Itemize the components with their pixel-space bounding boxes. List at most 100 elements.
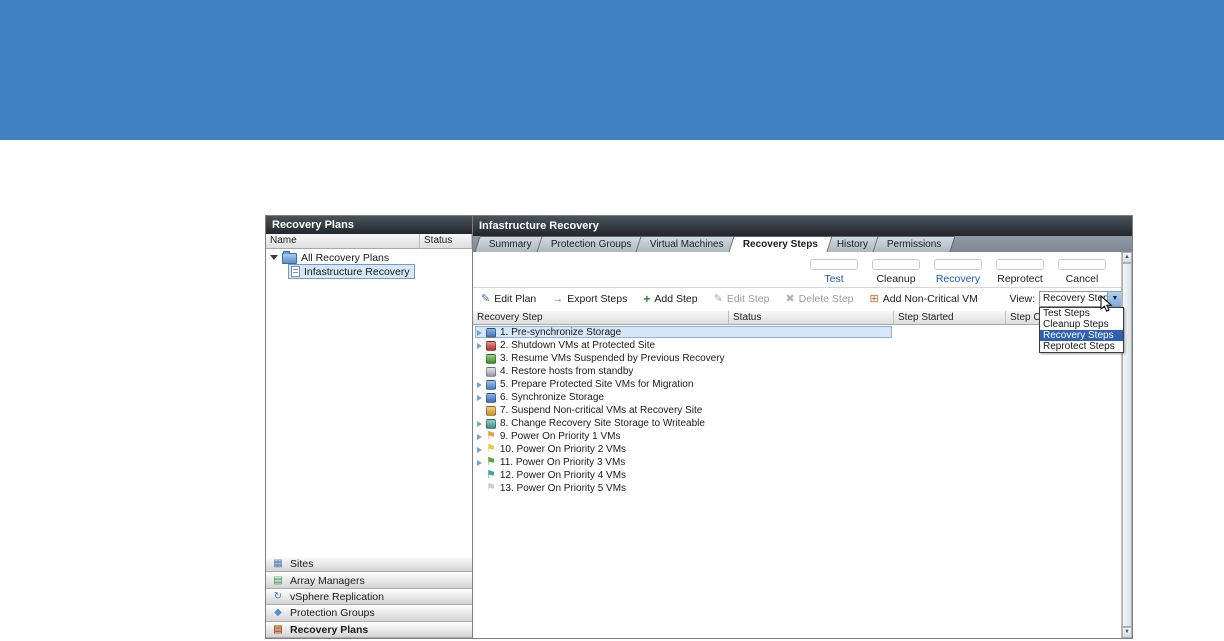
sidebar-item-label: vSphere Replication bbox=[290, 591, 384, 603]
tab-protection-groups[interactable]: Protection Groups bbox=[536, 236, 646, 252]
sidebar-item-protection-groups[interactable]: ◆Protection Groups bbox=[266, 605, 472, 621]
view-select[interactable]: Recovery Steps ▼ bbox=[1039, 291, 1123, 307]
expand-arrow-icon[interactable] bbox=[477, 382, 482, 388]
test-button[interactable]: Test bbox=[805, 259, 863, 285]
table-row[interactable]: ⚑10. Power On Priority 2 VMs bbox=[473, 443, 1121, 456]
expand-arrow-icon[interactable] bbox=[477, 330, 482, 336]
export-steps-button[interactable]: →Export Steps bbox=[552, 293, 627, 305]
top-banner bbox=[0, 0, 1224, 140]
expand-arrow-icon[interactable] bbox=[477, 460, 482, 466]
step-label: 6. Synchronize Storage bbox=[500, 392, 604, 403]
edit-plan-button[interactable]: ✎ Edit Plan bbox=[481, 293, 536, 305]
table-row[interactable]: 3. Resume VMs Suspended by Previous Reco… bbox=[473, 352, 1121, 365]
cancel-button[interactable]: Cancel bbox=[1053, 259, 1111, 285]
scroll-down-icon[interactable]: ▼ bbox=[1122, 627, 1132, 638]
add-step-icon: + bbox=[643, 294, 650, 305]
screen: Recovery Plans Name Status All Recovery … bbox=[0, 0, 1224, 641]
view-dropdown-list: Test StepsCleanup StepsRecovery StepsRep… bbox=[1039, 307, 1124, 353]
collapse-arrow-icon[interactable] bbox=[270, 255, 278, 260]
cleanup-button[interactable]: Cleanup bbox=[867, 259, 925, 285]
sites-icon: ▦ bbox=[272, 559, 284, 569]
view-option-cleanup-steps[interactable]: Cleanup Steps bbox=[1040, 319, 1123, 330]
step-label: 4. Restore hosts from standby bbox=[500, 366, 633, 377]
table-row[interactable]: 8. Change Recovery Site Storage to Write… bbox=[473, 417, 1121, 430]
sidebar-item-label: Sites bbox=[290, 558, 313, 570]
tab-label: History bbox=[837, 237, 868, 252]
table-row[interactable]: 1. Pre-synchronize Storage bbox=[473, 326, 1121, 339]
recovery-plans-panel: Recovery Plans Name Status All Recovery … bbox=[266, 216, 473, 638]
tab-permissions[interactable]: Permissions bbox=[873, 236, 957, 252]
column-header-step-started[interactable]: Step Started bbox=[894, 311, 1006, 325]
action-button-outline bbox=[872, 259, 920, 270]
column-header-recovery-step[interactable]: Recovery Step bbox=[473, 311, 729, 325]
vsphere-replication-icon: ↻ bbox=[272, 592, 284, 602]
table-row[interactable]: ⚑9. Power On Priority 1 VMs bbox=[473, 430, 1121, 443]
action-button-label: Cleanup bbox=[867, 273, 925, 285]
action-button-outline bbox=[996, 259, 1044, 270]
view-option-test-steps[interactable]: Test Steps bbox=[1040, 308, 1123, 319]
recovery-button[interactable]: Recovery bbox=[929, 259, 987, 285]
recovery-plans-folder-icon bbox=[282, 253, 297, 264]
table-row[interactable]: ⚑11. Power On Priority 3 VMs bbox=[473, 456, 1121, 469]
toolbar-button-label: Edit Plan bbox=[494, 293, 536, 305]
migration-icon bbox=[486, 380, 496, 390]
expand-arrow-icon[interactable] bbox=[477, 447, 482, 453]
expand-arrow-icon[interactable] bbox=[477, 343, 482, 349]
column-header-name[interactable]: Name bbox=[266, 234, 420, 249]
tree-item-infastructure-recovery[interactable]: Infastructure Recovery bbox=[284, 265, 472, 278]
view-option-reprotect-steps[interactable]: Reprotect Steps bbox=[1040, 341, 1123, 352]
step-label: 12. Power On Priority 4 VMs bbox=[500, 470, 626, 481]
flag-icon: ⚑ bbox=[486, 483, 496, 493]
toolbar-button-label: Delete Step bbox=[799, 293, 854, 305]
table-row[interactable]: 4. Restore hosts from standby bbox=[473, 365, 1121, 378]
plan-actions-row: Test Cleanup RecoveryReprotectCancel bbox=[805, 259, 1121, 285]
tab-virtual-machines[interactable]: Virtual Machines bbox=[636, 236, 739, 252]
toolbar-button-label: Add Step bbox=[654, 293, 697, 305]
table-row[interactable]: 6. Synchronize Storage bbox=[473, 391, 1121, 404]
edit-plan-icon: ✎ bbox=[481, 294, 490, 305]
tab-label: Protection Groups bbox=[551, 237, 632, 252]
tab-recovery-steps[interactable]: Recovery Steps bbox=[729, 236, 833, 252]
steps-toolbar: ✎ Edit Plan →Export Steps + Add Step ✎ Edit St… bbox=[481, 290, 992, 308]
step-label: 3. Resume VMs Suspended by Previous Reco… bbox=[500, 353, 725, 364]
storage-icon bbox=[486, 328, 496, 338]
shutdown-icon bbox=[486, 341, 496, 351]
sidebar-item-vsphere-replication[interactable]: ↻ vSphere Replication bbox=[266, 589, 472, 605]
reprotect-button[interactable]: Reprotect bbox=[991, 259, 1049, 285]
tab-label: Permissions bbox=[887, 237, 941, 252]
add-step-button[interactable]: + Add Step bbox=[643, 293, 697, 305]
toolbar-button-label: Export Steps bbox=[567, 293, 627, 305]
add-non-critical-vm-icon: ⊞ bbox=[870, 294, 879, 305]
table-row[interactable]: 2. Shutdown VMs at Protected Site bbox=[473, 339, 1121, 352]
flag-icon: ⚑ bbox=[486, 431, 496, 441]
table-row[interactable]: ⚑12. Power On Priority 4 VMs bbox=[473, 469, 1121, 482]
view-label: View: bbox=[989, 293, 1035, 305]
expand-arrow-icon[interactable] bbox=[477, 421, 482, 427]
sidebar-item-sites[interactable]: ▦ Sites bbox=[266, 556, 472, 572]
table-row[interactable]: 7. Suspend Non-critical VMs at Recovery … bbox=[473, 404, 1121, 417]
left-column-headers: Name Status bbox=[266, 234, 472, 249]
table-row[interactable]: 5. Prepare Protected Site VMs for Migrat… bbox=[473, 378, 1121, 391]
sidebar-item-label: Recovery Plans bbox=[290, 624, 368, 636]
tab-summary[interactable]: Summary bbox=[474, 236, 546, 252]
tree-item-all-recovery-plans[interactable]: All Recovery Plans bbox=[266, 251, 472, 264]
tree-child-label: Infastructure Recovery bbox=[304, 266, 410, 278]
column-header-status[interactable]: Status bbox=[420, 234, 472, 249]
action-button-outline bbox=[810, 259, 858, 270]
sidebar-item-array-managers[interactable]: ▤Array Managers bbox=[266, 572, 472, 588]
scroll-up-icon[interactable]: ▲ bbox=[1122, 252, 1132, 263]
sidebar-item-recovery-plans[interactable]: ▤Recovery Plans bbox=[266, 622, 472, 638]
column-header-status[interactable]: Status bbox=[729, 311, 894, 325]
toolbar-button-label: Edit Step bbox=[727, 293, 770, 305]
view-option-recovery-steps[interactable]: Recovery Steps bbox=[1040, 330, 1123, 341]
expand-arrow-icon[interactable] bbox=[477, 395, 482, 401]
table-row[interactable]: ⚑13. Power On Priority 5 VMs bbox=[473, 482, 1121, 495]
chevron-down-icon[interactable]: ▼ bbox=[1107, 292, 1122, 306]
host-icon bbox=[486, 367, 496, 377]
expand-arrow-icon[interactable] bbox=[477, 434, 482, 440]
separator bbox=[473, 287, 1132, 288]
step-label: 7. Suspend Non-critical VMs at Recovery … bbox=[500, 405, 702, 416]
add-non-critical-vm-button[interactable]: ⊞Add Non-Critical VM bbox=[870, 293, 978, 305]
tree-selected-item[interactable]: Infastructure Recovery bbox=[288, 264, 415, 279]
step-label: 11. Power On Priority 3 VMs bbox=[500, 457, 625, 468]
